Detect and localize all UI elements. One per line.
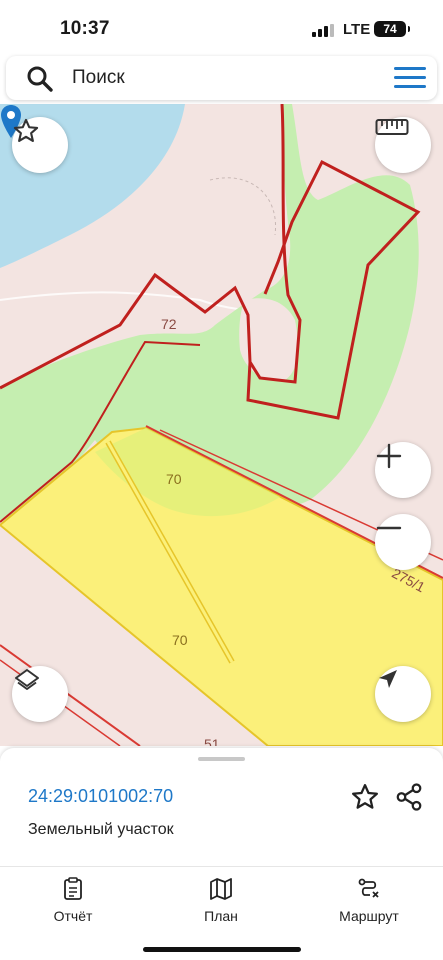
- favorite-button[interactable]: [12, 117, 68, 173]
- sheet-grabber[interactable]: [198, 757, 245, 761]
- minus-icon: [376, 526, 402, 530]
- zoom-out-button[interactable]: [375, 514, 431, 570]
- road-line: [209, 177, 277, 236]
- tab-label: Отчёт: [53, 908, 93, 924]
- layers-button[interactable]: [12, 666, 68, 722]
- tab-report[interactable]: Отчёт: [18, 877, 128, 924]
- search-icon[interactable]: [26, 65, 54, 93]
- layers-icon: [15, 669, 39, 690]
- parcel-label-72[interactable]: 72: [161, 316, 177, 332]
- parcel-label-70-top[interactable]: 70: [166, 471, 182, 487]
- cadastral-number-link[interactable]: 24:29:0101002:70: [28, 786, 173, 807]
- map-canvas[interactable]: [0, 104, 443, 746]
- search-input[interactable]: Поиск: [72, 67, 125, 89]
- route-icon: [358, 878, 379, 898]
- map-view[interactable]: 72 70 70 275/1 51: [0, 104, 443, 746]
- my-location-button[interactable]: [375, 666, 431, 722]
- ruler-button[interactable]: [375, 117, 431, 173]
- network-type: LTE: [343, 21, 371, 38]
- parcel-label-partial[interactable]: 51: [204, 736, 220, 746]
- tab-label: План: [204, 908, 238, 924]
- battery-icon: 74: [374, 21, 410, 37]
- parcel-label-70[interactable]: 70: [172, 632, 188, 648]
- tab-plan[interactable]: План: [166, 877, 276, 924]
- navigation-arrow-icon: [379, 670, 397, 688]
- ruler-icon: [375, 119, 409, 135]
- star-icon: [13, 118, 39, 142]
- report-icon: [64, 877, 82, 900]
- parcel-info-sheet[interactable]: 24:29:0101002:70 Земельный участок: [0, 748, 443, 866]
- plus-icon: [376, 443, 402, 469]
- tab-route[interactable]: Маршрут: [314, 877, 424, 924]
- share-icon[interactable]: [394, 782, 424, 812]
- zoom-in-button[interactable]: [375, 442, 431, 498]
- status-time: 10:37: [60, 18, 110, 39]
- search-bar[interactable]: Поиск: [6, 56, 437, 100]
- star-icon[interactable]: [350, 782, 380, 812]
- status-bar: 10:37 LTE 74: [0, 0, 443, 56]
- bottom-tab-bar: Отчёт План Маршрут: [0, 866, 443, 960]
- signal-strength-icon: [312, 24, 334, 37]
- home-indicator[interactable]: [143, 947, 301, 952]
- parcel-type-label: Земельный участок: [28, 821, 174, 838]
- hamburger-menu-icon[interactable]: [394, 67, 426, 89]
- map-plan-icon: [210, 878, 232, 900]
- tab-label: Маршрут: [339, 908, 399, 924]
